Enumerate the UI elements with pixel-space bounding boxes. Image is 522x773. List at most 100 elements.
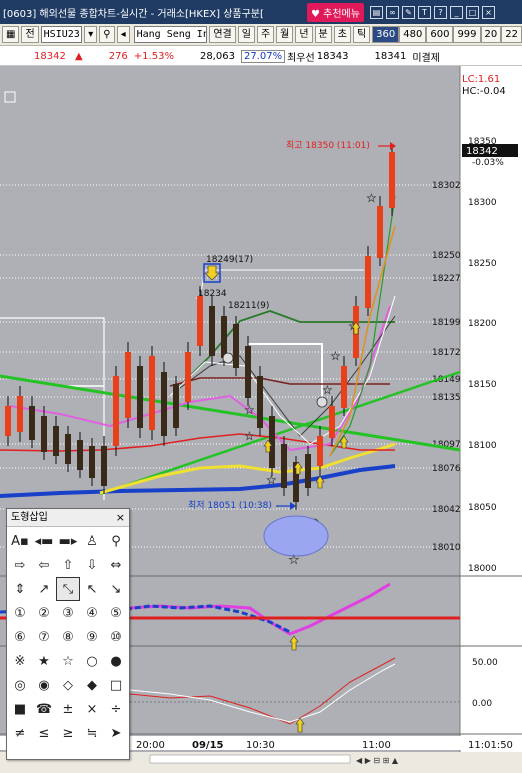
star-filled-icon[interactable]: ★ xyxy=(32,649,56,673)
number-8-icon[interactable]: ⑧ xyxy=(56,625,80,649)
star-marker-icon[interactable]: ☆ xyxy=(366,191,377,205)
prev-icon[interactable]: ◂ xyxy=(116,26,130,43)
btn-minute[interactable]: 분 xyxy=(314,26,332,43)
plus-minus-icon[interactable]: ± xyxy=(56,697,80,721)
number-9-icon[interactable]: ⑨ xyxy=(80,625,104,649)
number-10-icon[interactable]: ⑩ xyxy=(104,625,128,649)
search-icon[interactable]: ⚲ xyxy=(99,26,115,43)
symbol-dropdown-icon[interactable]: ▾ xyxy=(84,26,98,43)
arrow-right-icon[interactable]: ⇨ xyxy=(8,553,32,577)
arrow-left-right-icon[interactable]: ⇔ xyxy=(104,553,128,577)
up-arrow-marker-icon[interactable] xyxy=(289,635,299,651)
btn-second[interactable]: 초 xyxy=(333,26,351,43)
memo-icon[interactable]: ✎ xyxy=(401,5,415,19)
index-name-field[interactable]: Hang Seng Index(23.0 xyxy=(133,26,208,43)
arrow-left-callout-icon[interactable]: ◂▬ xyxy=(32,529,56,553)
less-equal-icon[interactable]: ≤ xyxy=(32,721,56,745)
btn-connect[interactable]: 연결 xyxy=(209,26,236,43)
number-1-icon[interactable]: ① xyxy=(8,601,32,625)
interval-480[interactable]: 480 xyxy=(399,26,427,43)
not-equal-icon[interactable]: ≠ xyxy=(8,721,32,745)
star-marker-icon[interactable]: ☆ xyxy=(330,349,341,363)
btn-month[interactable]: 월 xyxy=(276,26,294,43)
diamond-outline-icon[interactable]: ◇ xyxy=(56,673,80,697)
interval-999[interactable]: 999 xyxy=(453,26,481,43)
approx-equal-icon[interactable]: ≒ xyxy=(80,721,104,745)
menu-grid-icon[interactable]: ▦ xyxy=(2,26,20,43)
arrow-up-down-icon[interactable]: ⇕ xyxy=(8,577,32,601)
telephone-icon[interactable]: ☎ xyxy=(32,697,56,721)
minimize-icon[interactable]: _ xyxy=(449,5,463,19)
arrow-left-icon[interactable]: ⇦ xyxy=(32,553,56,577)
recommend-menu-button[interactable]: ♥ 추천메뉴 xyxy=(307,2,364,22)
chart-scrollbar[interactable] xyxy=(149,754,351,764)
star-marker-icon[interactable]: ☆ xyxy=(288,553,300,568)
number-5-icon[interactable]: ⑤ xyxy=(104,601,128,625)
square-outline-icon[interactable]: □ xyxy=(104,673,128,697)
greater-equal-icon[interactable]: ≥ xyxy=(56,721,80,745)
star-marker-icon[interactable]: ☆ xyxy=(244,429,255,443)
text-icon[interactable]: T xyxy=(417,5,431,19)
cursor-icon[interactable]: ➤ xyxy=(104,721,128,745)
help-icon[interactable]: ? xyxy=(433,5,447,19)
arrow-up-right-icon[interactable]: ↗ xyxy=(32,577,56,601)
arrow-up-left-icon[interactable]: ↖ xyxy=(80,577,104,601)
number-3-icon[interactable]: ③ xyxy=(56,601,80,625)
time-label-1030: 10:30 xyxy=(246,740,275,751)
best-bid-label: 최우선 xyxy=(287,52,315,64)
pin-icon[interactable]: ⚲ xyxy=(104,529,128,553)
diamond-filled-icon[interactable]: ◆ xyxy=(80,673,104,697)
star-marker-icon[interactable]: ☆ xyxy=(244,403,255,417)
pawn-icon[interactable]: ♙ xyxy=(80,529,104,553)
bullseye-icon[interactable]: ◉ xyxy=(32,673,56,697)
interval-600[interactable]: 600 xyxy=(426,26,454,43)
reference-mark-icon[interactable]: ※ xyxy=(8,649,32,673)
interval-22[interactable]: 22 xyxy=(501,26,522,43)
double-circle-icon[interactable]: ◎ xyxy=(8,673,32,697)
shape-insert-palette[interactable]: 도형삽입 × A▪ ◂▬ ▬▸ ♙ ⚲ ⇨ ⇦ ⇧ ⇩ ⇔ ⇕ ↗ ⤡ ↖ ↘ ① ② ③ ④ ⑤ ⑥ ⑦ ⑧ ⑨ ⑩ ※ ★ ☆ ○ ●… xyxy=(6,508,130,760)
maximize-icon[interactable]: □ xyxy=(465,5,479,19)
circle-outline-icon[interactable]: ○ xyxy=(80,649,104,673)
last-price-text: 18342 xyxy=(466,146,498,157)
arrow-down-right-icon[interactable]: ↘ xyxy=(104,577,128,601)
divide-icon[interactable]: ÷ xyxy=(104,697,128,721)
btn-week[interactable]: 주 xyxy=(256,26,275,43)
circle-filled-icon[interactable]: ● xyxy=(104,649,128,673)
palette-titlebar[interactable]: 도형삽입 × xyxy=(7,509,129,527)
circle-marker-icon[interactable] xyxy=(222,352,234,364)
number-2-icon[interactable]: ② xyxy=(32,601,56,625)
close-icon[interactable]: × xyxy=(116,509,125,527)
multiply-icon[interactable]: × xyxy=(80,697,104,721)
arrow-right-callout-icon[interactable]: ▬▸ xyxy=(56,529,80,553)
panel-toggle-icon[interactable] xyxy=(4,91,16,103)
arrow-up-icon[interactable]: ⇧ xyxy=(56,553,80,577)
candles[interactable] xyxy=(5,146,395,510)
btn-day[interactable]: 일 xyxy=(237,26,255,43)
osc-tick-50: 50.00 xyxy=(472,658,498,668)
ellipse-annotation[interactable] xyxy=(263,515,329,557)
interval-20[interactable]: 20 xyxy=(480,26,502,43)
text-tool-icon[interactable]: A▪ xyxy=(8,529,32,553)
btn-year[interactable]: 년 xyxy=(295,26,313,43)
link-icon[interactable]: ∞ xyxy=(385,5,399,19)
price-chart[interactable]: 18302 18250 18227 18199 18172 18149 1813… xyxy=(0,66,522,766)
notepad-icon[interactable]: ▤ xyxy=(369,5,383,19)
star-marker-icon[interactable]: ☆ xyxy=(266,473,277,487)
close-icon[interactable]: × xyxy=(481,5,495,19)
axis-tick-18050: 18050 xyxy=(468,503,497,513)
btn-tick[interactable]: 틱 xyxy=(352,26,371,43)
number-4-icon[interactable]: ④ xyxy=(80,601,104,625)
number-7-icon[interactable]: ⑦ xyxy=(32,625,56,649)
square-filled-icon[interactable]: ■ xyxy=(8,697,32,721)
period-button[interactable]: 전 xyxy=(21,26,39,43)
star-marker-icon[interactable]: ☆ xyxy=(322,383,333,397)
symbol-input[interactable]: HSIU23 xyxy=(40,26,83,43)
zoom-out-icon[interactable]: ◀ ▶ ⊟ ⊞ ▲ xyxy=(356,756,399,765)
arrow-down-icon[interactable]: ⇩ xyxy=(80,553,104,577)
number-6-icon[interactable]: ⑥ xyxy=(8,625,32,649)
up-arrow-marker-icon[interactable] xyxy=(339,435,349,449)
star-outline-icon[interactable]: ☆ xyxy=(56,649,80,673)
interval-360[interactable]: 360 xyxy=(372,26,400,43)
circle-marker-icon[interactable] xyxy=(316,396,328,408)
arrow-diagonal-icon[interactable]: ⤡ xyxy=(56,577,80,601)
